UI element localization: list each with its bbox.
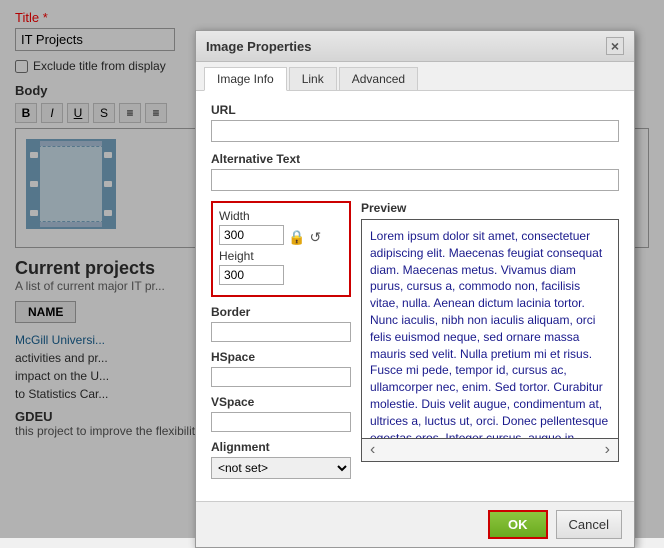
url-input[interactable] — [211, 120, 619, 142]
image-properties-dialog: Image Properties × Image Info Link Advan… — [195, 30, 635, 548]
dialog-tabs: Image Info Link Advanced — [196, 62, 634, 91]
hspace-label: HSpace — [211, 350, 351, 364]
tab-link[interactable]: Link — [289, 67, 337, 90]
alignment-label: Alignment — [211, 440, 351, 454]
dimensions-box: Width 🔒 ↺ Height — [211, 201, 351, 297]
preview-label: Preview — [361, 201, 619, 215]
vspace-input[interactable] — [211, 412, 351, 432]
vspace-label: VSpace — [211, 395, 351, 409]
left-column: Width 🔒 ↺ Height Border HSpace VSpace Al… — [211, 201, 351, 479]
preview-box[interactable]: Lorem ipsum dolor sit amet, consectetuer… — [361, 219, 619, 439]
right-column: Preview Lorem ipsum dolor sit amet, cons… — [361, 201, 619, 479]
height-input[interactable] — [219, 265, 284, 285]
width-input[interactable] — [219, 225, 284, 245]
preview-footer: ‹ › — [361, 439, 619, 462]
alt-text-input[interactable] — [211, 169, 619, 191]
dialog-body: URL Alternative Text Width 🔒 ↺ Height Bo… — [196, 91, 634, 501]
cancel-button[interactable]: Cancel — [556, 510, 622, 539]
tab-advanced[interactable]: Advanced — [339, 67, 418, 90]
hspace-input[interactable] — [211, 367, 351, 387]
alignment-select[interactable]: <not set> Left Right Center — [211, 457, 351, 479]
url-label: URL — [211, 103, 619, 117]
refresh-icon[interactable]: ↺ — [309, 229, 321, 246]
next-arrow[interactable]: › — [605, 441, 610, 459]
content-row: Width 🔒 ↺ Height Border HSpace VSpace Al… — [211, 201, 619, 479]
alt-text-label: Alternative Text — [211, 152, 619, 166]
ok-button[interactable]: OK — [488, 510, 548, 539]
dialog-close-button[interactable]: × — [606, 37, 624, 55]
prev-arrow[interactable]: ‹ — [370, 441, 375, 459]
border-input[interactable] — [211, 322, 351, 342]
lock-icon: 🔒 — [288, 229, 305, 246]
tab-image-info[interactable]: Image Info — [204, 67, 287, 91]
width-row: 🔒 ↺ — [219, 225, 343, 249]
width-label: Width — [219, 209, 343, 223]
dialog-header: Image Properties × — [196, 31, 634, 62]
dialog-footer: OK Cancel — [196, 501, 634, 547]
dialog-title: Image Properties — [206, 39, 312, 54]
height-label: Height — [219, 249, 343, 263]
border-label: Border — [211, 305, 351, 319]
alignment-row: <not set> Left Right Center — [211, 457, 351, 479]
